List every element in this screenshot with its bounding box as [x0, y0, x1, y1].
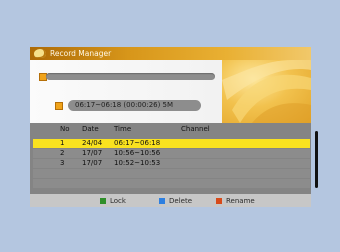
- blue-key-icon: [159, 198, 165, 204]
- list-item[interactable]: 1 24/04 06:17~06:18: [33, 139, 310, 148]
- red-key-icon: [216, 198, 222, 204]
- list-item[interactable]: 3 17/07 10:52~10:53: [33, 159, 310, 168]
- row-date: 17/07: [82, 159, 103, 167]
- recording-time-info: 06:17~06:18 (00:00:26) 5M: [68, 100, 201, 111]
- record-manager-icon: [34, 49, 46, 58]
- row-time: 10:56~10:56: [114, 149, 161, 157]
- row-time: 10:52~10:53: [114, 159, 161, 167]
- row-date: 17/07: [82, 149, 103, 157]
- empty-row: [33, 169, 310, 178]
- playback-progress-bar[interactable]: [46, 73, 215, 80]
- title-bar: Record Manager: [30, 47, 311, 60]
- empty-row: [33, 179, 310, 188]
- row-date: 24/04: [82, 139, 103, 147]
- list-header: No Date Time Channel: [30, 125, 311, 134]
- record-manager-window: Record Manager 06:17~06:18 (00:00:26) 5M…: [30, 47, 318, 207]
- row-no: 3: [60, 159, 65, 167]
- key-legend: Lock Delete Rename: [30, 194, 311, 207]
- list-item[interactable]: 2 17/07 10:56~10:56: [33, 149, 310, 158]
- video-preview: [222, 60, 311, 123]
- row-time: 06:17~06:18: [114, 139, 161, 147]
- header-no: No: [60, 125, 70, 133]
- green-key-icon: [100, 198, 106, 204]
- row-no: 1: [60, 139, 65, 147]
- preview-graphic: [222, 60, 311, 123]
- header-date: Date: [82, 125, 99, 133]
- row-no: 2: [60, 149, 65, 157]
- time-marker-icon: [55, 102, 63, 110]
- window-title: Record Manager: [50, 49, 112, 58]
- header-channel: Channel: [181, 125, 210, 133]
- header-time: Time: [114, 125, 132, 133]
- list-scrollbar[interactable]: [315, 131, 318, 188]
